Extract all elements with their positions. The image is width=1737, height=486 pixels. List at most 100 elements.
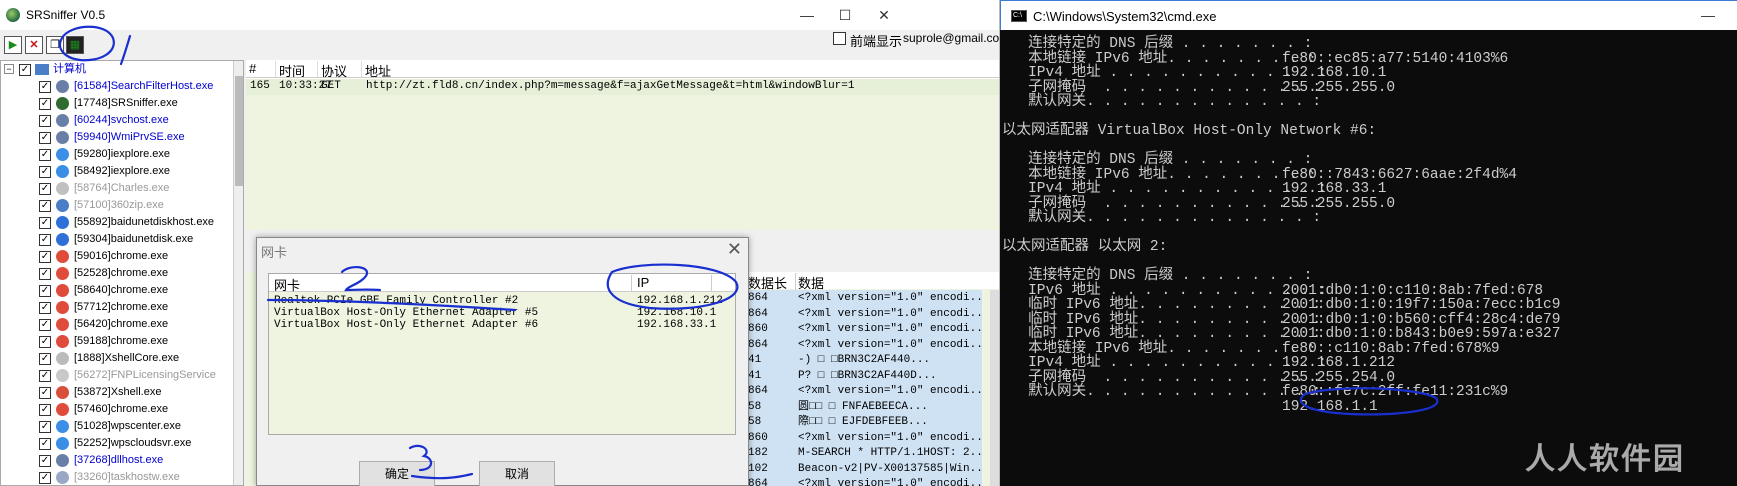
table-row[interactable]: 58 際□□ □ EJFDEBFEEB... — [746, 414, 982, 430]
data-length: 182 — [746, 445, 796, 461]
tree-item-checkbox[interactable]: ✓ — [39, 217, 51, 229]
tree-item-checkbox[interactable]: ✓ — [39, 319, 51, 331]
tree-item[interactable]: ✓ [56272]FNPLicensingService — [1, 367, 233, 384]
process-icon — [56, 165, 69, 178]
col-ip[interactable]: IP — [632, 275, 712, 291]
tree-item-checkbox[interactable]: ✓ — [39, 353, 51, 365]
tree-item-checkbox[interactable]: ✓ — [39, 81, 51, 93]
tree-item[interactable]: ✓ [58492]iexplore.exe — [1, 163, 233, 180]
table-row[interactable]: 41 P? □ □BRN3C2AF440D... — [746, 367, 982, 384]
tree-item-checkbox[interactable]: ✓ — [39, 183, 51, 195]
tree-item[interactable]: ✓ [53872]Xshell.exe — [1, 384, 233, 401]
tree-item[interactable]: ✓ [1888]XshellCore.exe — [1, 350, 233, 367]
process-icon — [56, 420, 69, 433]
table-row[interactable]: 102 Beacon-v2|PV-X00137585|Win... — [746, 460, 982, 477]
tree-scrollbar[interactable] — [233, 61, 243, 485]
tree-item-checkbox[interactable]: ✓ — [39, 115, 51, 127]
ok-button[interactable]: 确定 — [359, 461, 435, 486]
tree-item-checkbox[interactable]: ✓ — [39, 438, 51, 450]
tree-root-checkbox[interactable]: ✓ — [19, 64, 31, 76]
tree-item[interactable]: ✓ [37268]dllhost.exe — [1, 452, 233, 469]
cancel-button[interactable]: 取消 — [479, 461, 555, 486]
table-row[interactable]: 864 <?xml version="1.0" encodi... — [746, 290, 982, 306]
cmd-line-label: 以太网适配器 以太网 2: — [1002, 239, 1168, 255]
tree-item-checkbox[interactable]: ✓ — [39, 149, 51, 161]
dialog-title: 网卡 — [261, 245, 288, 260]
tree-item[interactable]: ✓ [59940]WmiPrvSE.exe — [1, 129, 233, 146]
col-protocol[interactable]: 协议 — [318, 61, 362, 79]
tree-item[interactable]: ✓ [55892]baidunetdiskhost.exe — [1, 214, 233, 231]
tree-item[interactable]: ✓ [57712]chrome.exe — [1, 299, 233, 316]
minimize-button[interactable]: — — [796, 4, 818, 26]
tree-item[interactable]: ✓ [58640]chrome.exe — [1, 282, 233, 299]
tree-item-checkbox[interactable]: ✓ — [39, 455, 51, 467]
col-time[interactable]: 时间 — [276, 61, 318, 79]
front-display-checkbox[interactable] — [833, 32, 846, 45]
start-capture-button[interactable]: ▶ — [4, 36, 22, 54]
table-row[interactable]: 165 10:33:27 GET http://zt.fld8.cn/index… — [246, 79, 999, 95]
tree-item-checkbox[interactable]: ✓ — [39, 421, 51, 433]
tree-item[interactable]: ✓ [56420]chrome.exe — [1, 316, 233, 333]
table-row[interactable]: 860 <?xml version="1.0" encodi... — [746, 429, 982, 446]
table-row[interactable]: 182 M-SEARCH * HTTP/1.1HOST: 2... — [746, 445, 982, 461]
process-icon — [56, 386, 69, 399]
tree-scroll-thumb[interactable] — [235, 76, 243, 186]
tree-item-checkbox[interactable]: ✓ — [39, 285, 51, 297]
tree-item-checkbox[interactable]: ✓ — [39, 472, 51, 484]
tree-item[interactable]: ✓ [58764]Charles.exe — [1, 180, 233, 197]
cmd-output[interactable]: 连接特定的 DNS 后缀 . . . . . . . : 本地链接 IPv6 地… — [1002, 36, 1737, 486]
cmd-line-label: 默认网关. . . . . . . . . . . . . : — [1002, 210, 1322, 226]
cmd-minimize-button[interactable]: — — [1701, 7, 1715, 23]
col-adapter[interactable]: 网卡 — [269, 275, 632, 293]
tree-item[interactable]: ✓ [57100]360zip.exe — [1, 197, 233, 214]
close-button[interactable]: ✕ — [873, 4, 895, 26]
tree-item[interactable]: ✓ [52252]wpscloudsvr.exe — [1, 435, 233, 452]
tree-item[interactable]: ✓ [59016]chrome.exe — [1, 248, 233, 265]
tree-item[interactable]: ✓ [33260]taskhostw.exe — [1, 469, 233, 485]
tree-item[interactable]: ✓ [51028]wpscenter.exe — [1, 418, 233, 435]
tree-item-checkbox[interactable]: ✓ — [39, 251, 51, 263]
stop-capture-button[interactable]: ✕ — [25, 36, 43, 54]
tree-item[interactable]: ✓ [57460]chrome.exe — [1, 401, 233, 418]
tree-item-checkbox[interactable]: ✓ — [39, 302, 51, 314]
col-address[interactable]: 地址 — [362, 61, 999, 79]
tree-item-checkbox[interactable]: ✓ — [39, 268, 51, 280]
tree-item-checkbox[interactable]: ✓ — [39, 336, 51, 348]
table-row[interactable]: 860 <?xml version="1.0" encodi... — [746, 321, 982, 337]
copy-button[interactable]: ❐ — [46, 36, 64, 54]
tree-item-checkbox[interactable]: ✓ — [39, 387, 51, 399]
tree-item-checkbox[interactable]: ✓ — [39, 370, 51, 382]
packet-data-scrollbar[interactable] — [990, 290, 999, 486]
adapter-row[interactable]: VirtualBox Host-Only Ethernet Adapter #6… — [269, 318, 735, 333]
adapter-list-header: 网卡 IP — [269, 274, 735, 293]
tree-item[interactable]: ✓ [17748]SRSniffer.exe — [1, 95, 233, 112]
data-preview: P? □ □BRN3C2AF440D... — [796, 367, 982, 384]
table-row[interactable]: 864 <?xml version="1.0" encodi... — [746, 305, 982, 322]
tree-item-checkbox[interactable]: ✓ — [39, 166, 51, 178]
tree-item[interactable]: ✓ [60244]svchost.exe — [1, 112, 233, 129]
process-icon — [56, 216, 69, 229]
maximize-button[interactable]: ☐ — [834, 4, 856, 26]
tree-item-checkbox[interactable]: ✓ — [39, 200, 51, 212]
tree-item[interactable]: ✓ [59188]chrome.exe — [1, 333, 233, 350]
table-row[interactable]: 864 <?xml version="1.0" encodi... — [746, 336, 982, 353]
collapse-icon[interactable]: − — [4, 64, 14, 74]
tree-item[interactable]: ✓ [61584]SearchFilterHost.exe — [1, 78, 233, 95]
tree-item[interactable]: ✓ [59304]baidunetdisk.exe — [1, 231, 233, 248]
dialog-close-icon[interactable]: ✕ — [727, 239, 742, 260]
tree-item[interactable]: ✓ [52528]chrome.exe — [1, 265, 233, 282]
tree-item-checkbox[interactable]: ✓ — [39, 98, 51, 110]
table-row[interactable]: 41 -) □ □BRN3C2AF440... — [746, 352, 982, 368]
tree-item[interactable]: ✓ [59280]iexplore.exe — [1, 146, 233, 163]
tree-item-checkbox[interactable]: ✓ — [39, 234, 51, 246]
tree-item-checkbox[interactable]: ✓ — [39, 132, 51, 144]
author-email: suprole@gmail.co — [903, 31, 1000, 45]
network-card-button[interactable]: ▦ — [66, 36, 84, 54]
data-length: 864 — [746, 476, 796, 486]
tree-item-checkbox[interactable]: ✓ — [39, 404, 51, 416]
col-number[interactable]: # — [246, 61, 276, 77]
table-row[interactable]: 864 <?xml version="1.0" encodi... — [746, 383, 982, 399]
table-row[interactable]: 864 <?xml version="1.0" encodi... — [746, 476, 982, 486]
tree-root[interactable]: − ✓ 计算机 — [1, 61, 233, 78]
table-row[interactable]: 58 圆□□ □ FNFAEBEECA... — [746, 398, 982, 415]
